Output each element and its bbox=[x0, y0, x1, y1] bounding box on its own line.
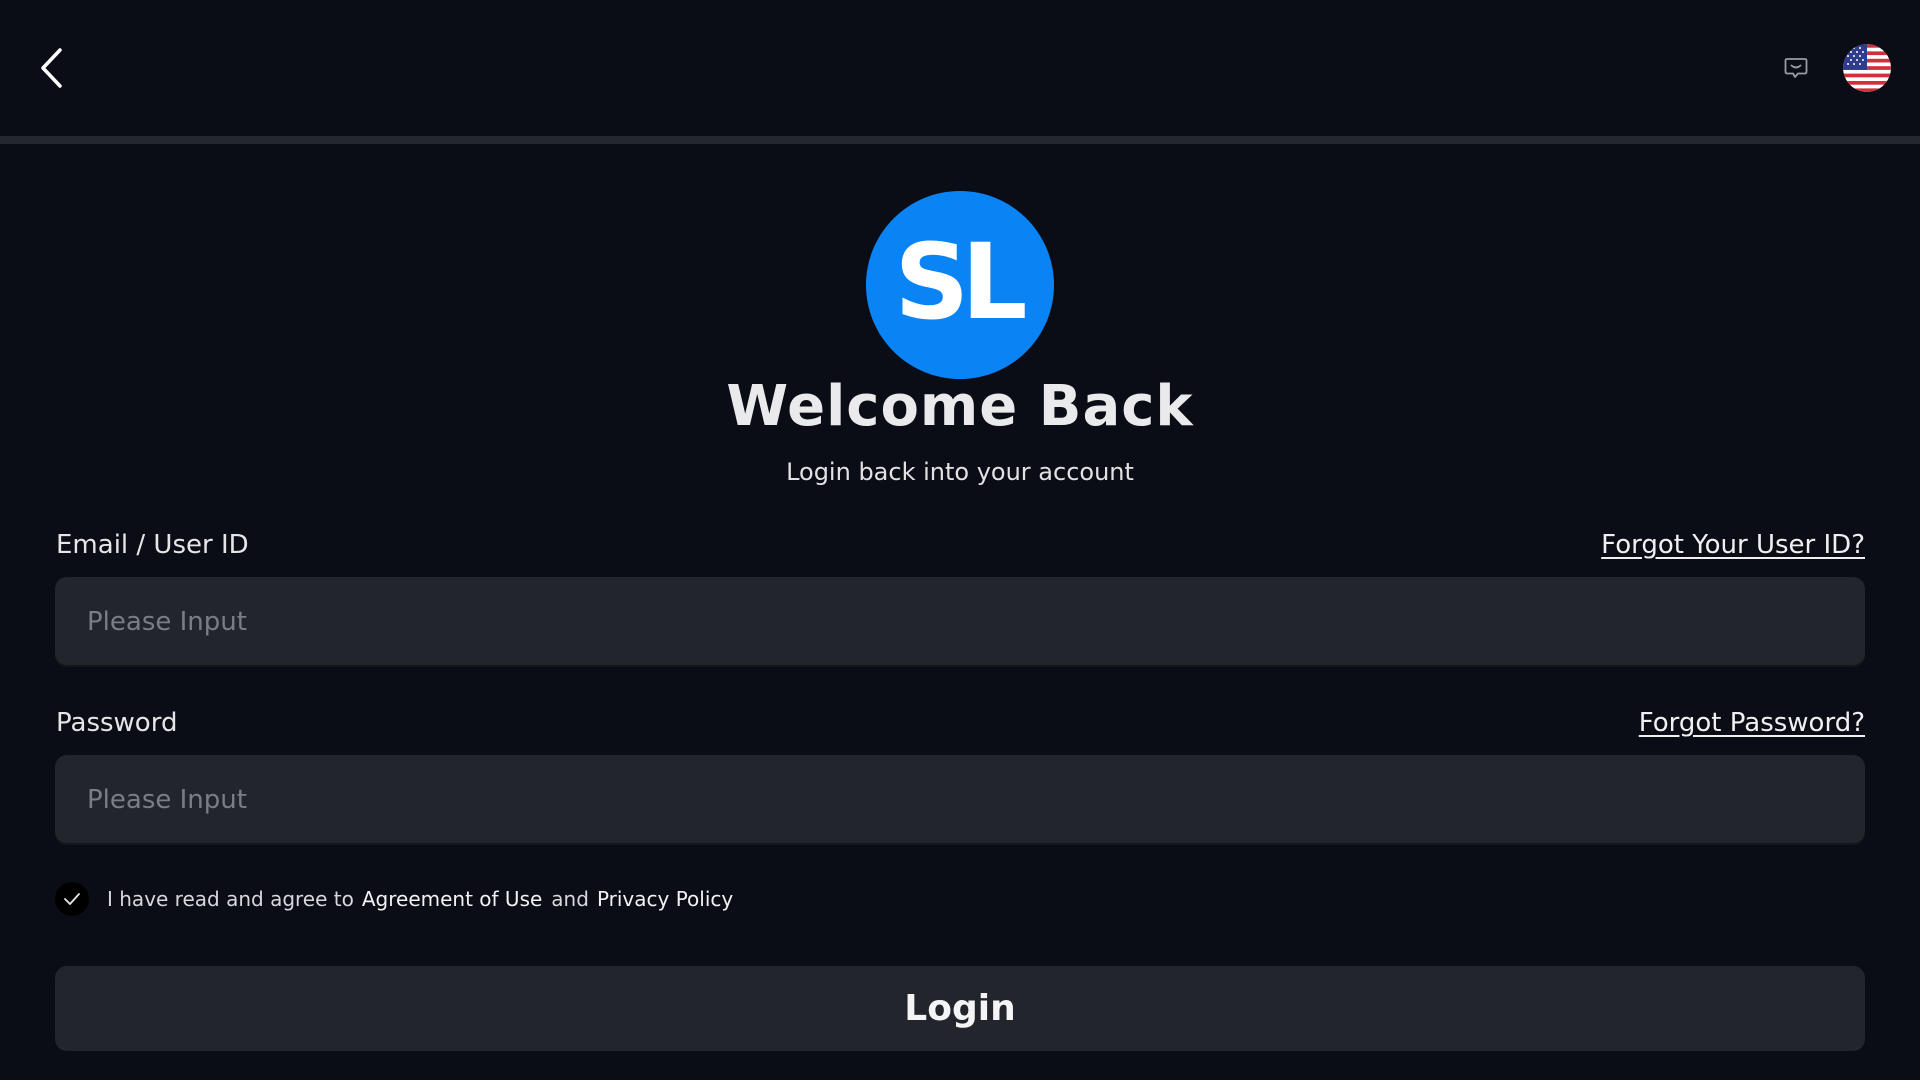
page-subtitle: Login back into your account bbox=[786, 458, 1134, 486]
checkmark-icon bbox=[64, 893, 80, 905]
agreement-conjunction: and bbox=[551, 887, 589, 911]
agreement-row: I have read and agree to Agreement of Us… bbox=[55, 881, 733, 917]
forgot-user-id-link[interactable]: Forgot Your User ID? bbox=[1601, 530, 1865, 560]
brand-logo: SL bbox=[866, 191, 1054, 379]
top-bar bbox=[0, 0, 1920, 136]
us-flag-icon bbox=[1843, 44, 1891, 92]
message-icon bbox=[1784, 58, 1808, 78]
forgot-password-link[interactable]: Forgot Password? bbox=[1639, 708, 1865, 738]
email-input[interactable] bbox=[55, 577, 1865, 667]
header-divider bbox=[0, 136, 1920, 144]
privacy-policy-link[interactable]: Privacy Policy bbox=[597, 887, 733, 911]
agreement-of-use-link[interactable]: Agreement of Use bbox=[362, 887, 542, 911]
password-input[interactable] bbox=[55, 755, 1865, 845]
back-button[interactable] bbox=[30, 44, 74, 92]
login-button[interactable]: Login bbox=[55, 966, 1865, 1051]
email-label: Email / User ID bbox=[56, 530, 249, 560]
password-label: Password bbox=[56, 708, 178, 738]
agreement-text: I have read and agree to bbox=[107, 887, 354, 911]
chevron-left-icon bbox=[41, 48, 62, 88]
agreement-checkbox[interactable] bbox=[55, 882, 89, 916]
page-title: Welcome Back bbox=[726, 374, 1194, 439]
logo-text: SL bbox=[894, 221, 1027, 343]
message-button[interactable] bbox=[1782, 55, 1810, 81]
language-selector[interactable] bbox=[1843, 44, 1891, 92]
